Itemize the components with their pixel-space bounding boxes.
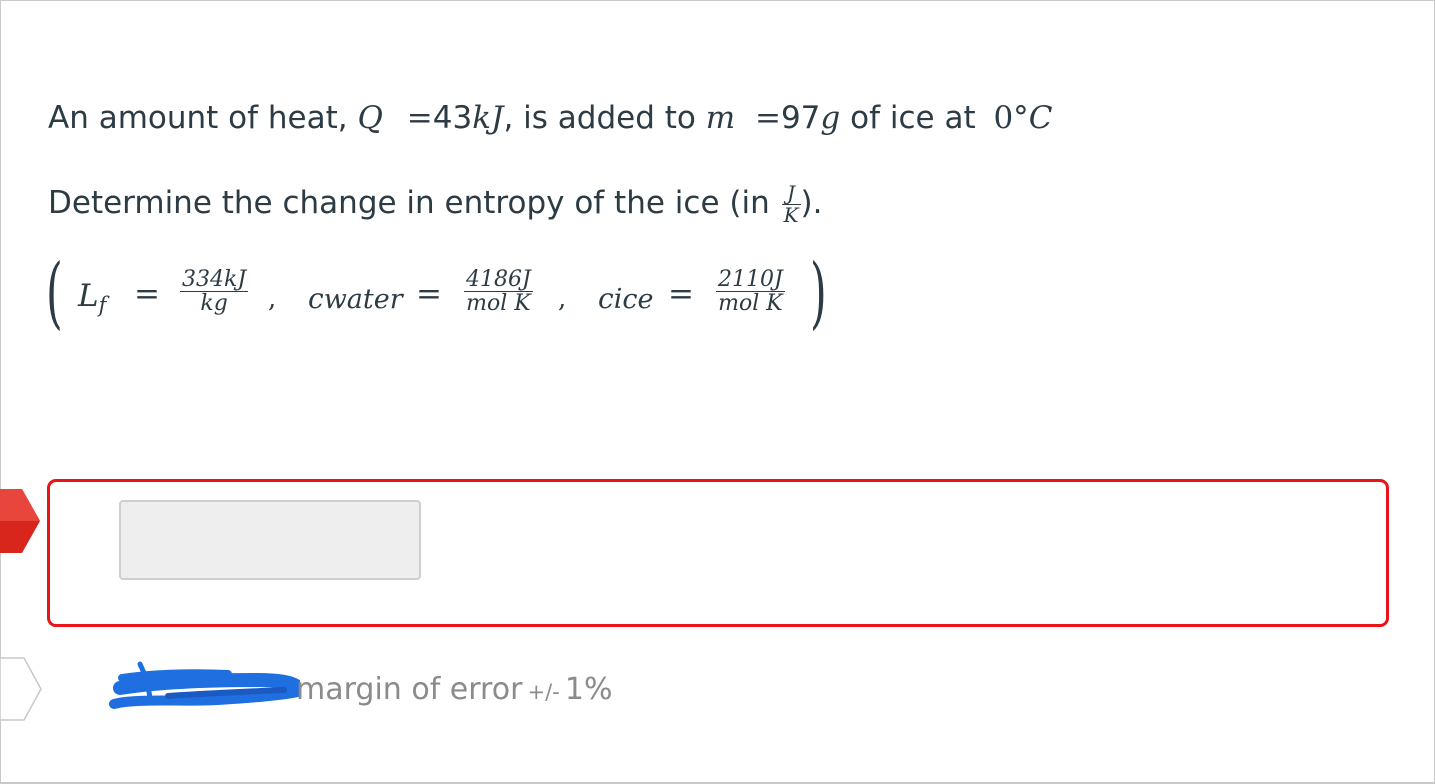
constants-open-paren: ( bbox=[46, 248, 63, 338]
ice-heat-subscript: ice bbox=[613, 284, 654, 315]
water-heat-fraction: 4186J mol K bbox=[464, 268, 533, 315]
constants-close-paren: ) bbox=[810, 248, 827, 338]
heat-prefix-text: An amount of heat, bbox=[48, 100, 348, 136]
water-heat-equals: = bbox=[416, 276, 442, 312]
latent-heat-label: Lf bbox=[78, 278, 107, 317]
water-heat-numerator: 4186J bbox=[464, 267, 533, 293]
entropy-unit-denominator: K bbox=[783, 203, 799, 227]
latent-heat-fraction: 334kJ kg bbox=[180, 267, 249, 317]
water-heat-label: cwater bbox=[308, 282, 403, 315]
latent-heat-denominator: kg bbox=[200, 291, 228, 317]
water-heat-denominator: mol K bbox=[466, 291, 531, 317]
latent-heat-subscript: f bbox=[98, 293, 107, 317]
margin-of-error-plusminus: +/- bbox=[527, 680, 560, 704]
temperature-value: 0° bbox=[993, 100, 1029, 136]
latent-heat-equals: = bbox=[134, 276, 160, 312]
incorrect-answer-flag-icon bbox=[0, 489, 40, 553]
entropy-prompt-text: Determine the change in entropy of the i… bbox=[48, 185, 770, 221]
ice-heat-fraction: 2110J mol K bbox=[716, 268, 785, 315]
heat-equals: = bbox=[406, 100, 433, 136]
mass-unit: g bbox=[820, 100, 841, 136]
question-line-heat: An amount of heat, Q =43kJ, is added to … bbox=[48, 98, 1052, 138]
mass-equals: = bbox=[754, 100, 781, 136]
ice-heat-label: cice bbox=[598, 282, 654, 315]
margin-of-error: margin of error +/- 1% bbox=[296, 670, 612, 714]
ice-heat-numerator: 2110J bbox=[716, 267, 785, 293]
heat-unit: kJ bbox=[472, 100, 504, 136]
entropy-prompt-suffix: ). bbox=[800, 185, 823, 221]
mass-variable: m bbox=[705, 100, 736, 136]
latent-heat-numerator: 334kJ bbox=[180, 267, 249, 293]
mass-value: 97 bbox=[780, 100, 821, 136]
constants-comma-2: , bbox=[558, 284, 567, 314]
margin-of-error-percent: 1% bbox=[564, 672, 613, 707]
heat-middle-text: , is added to bbox=[503, 100, 696, 136]
heat-variable: Q bbox=[357, 100, 383, 136]
heat-value: 43 bbox=[432, 100, 473, 136]
temperature-unit: C bbox=[1028, 100, 1053, 136]
correct-answer-flag-icon bbox=[0, 657, 42, 721]
entropy-unit-fraction: J K bbox=[781, 183, 801, 227]
temp-prefix-text: of ice at bbox=[850, 100, 976, 136]
water-heat-subscript: water bbox=[323, 284, 403, 315]
entropy-unit-numerator: J bbox=[781, 183, 801, 205]
question-line-entropy: Determine the change in entropy of the i… bbox=[48, 183, 822, 226]
constants-comma-1: , bbox=[268, 284, 277, 314]
margin-of-error-label: margin of error bbox=[296, 672, 523, 707]
ice-heat-equals: = bbox=[668, 276, 694, 312]
ice-heat-denominator: mol K bbox=[718, 291, 783, 317]
answer-input[interactable] bbox=[119, 500, 421, 580]
redaction-scribble bbox=[109, 661, 300, 709]
